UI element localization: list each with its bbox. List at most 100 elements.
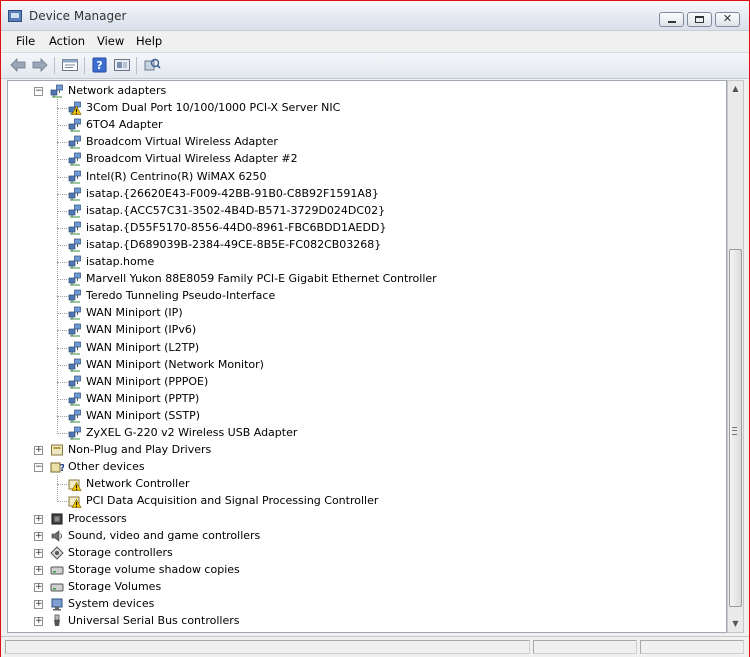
tree-item-network-adapter[interactable]: ZyXEL G-220 v2 Wireless USB Adapter: [8, 425, 708, 442]
tree-category[interactable]: + Storage Volumes: [8, 579, 708, 596]
menu-action[interactable]: Action: [49, 34, 85, 48]
tree-category[interactable]: + Storage controllers: [8, 545, 708, 562]
maximize-button[interactable]: [687, 12, 712, 27]
minimize-button[interactable]: [659, 12, 684, 27]
expand-toggle-icon[interactable]: +: [34, 582, 43, 592]
expand-toggle-icon[interactable]: +: [34, 600, 43, 609]
tree-guide-line: [57, 279, 69, 281]
forward-arrow-icon[interactable]: [31, 57, 49, 73]
tree-item-network-adapter[interactable]: Broadcom Virtual Wireless Adapter: [8, 134, 708, 151]
device-manager-window: Device Manager ✕ File Action View Help ?: [0, 0, 750, 657]
speaker-icon: [51, 529, 62, 542]
tree-item-network-adapter[interactable]: isatap.{ACC57C31-3502-4B4D-B571-3729D024…: [8, 203, 708, 220]
tree-item-label: 3Com Dual Port 10/100/1000 PCI-X Server …: [86, 101, 341, 115]
tree-category[interactable]: + Universal Serial Bus controllers: [8, 613, 708, 630]
tree-category-other-devices[interactable]: −?Other devices: [8, 459, 708, 476]
tree-item-label: WAN Miniport (IP): [86, 306, 183, 320]
tree-category[interactable]: + Storage volume shadow copies: [8, 562, 708, 579]
menu-help[interactable]: Help: [136, 34, 162, 48]
disk-drive-icon: [50, 566, 64, 575]
network-adapter-icon: [68, 153, 81, 166]
scan-hardware-icon[interactable]: [143, 57, 161, 73]
tree-item-label: Processors: [68, 511, 127, 525]
expand-toggle-icon[interactable]: +: [34, 617, 43, 627]
tree-item-label: Universal Serial Bus controllers: [68, 614, 240, 628]
scroll-down-arrow-icon[interactable]: ▼: [728, 616, 743, 632]
help-icon[interactable]: ?: [91, 57, 109, 73]
tree-item-network-adapter[interactable]: Teredo Tunneling Pseudo-Interface: [8, 288, 708, 305]
tree-item-network-adapter[interactable]: WAN Miniport (L2TP): [8, 340, 708, 357]
tree-item-network-adapter[interactable]: WAN Miniport (Network Monitor): [8, 357, 708, 374]
network-adapter-icon: [68, 135, 81, 149]
tree-item-network-adapter[interactable]: WAN Miniport (PPTP): [8, 391, 708, 408]
disk-drive-icon: [50, 583, 64, 592]
device-tree[interactable]: − Network adapters 3Com Dual Port 10/100/1…: [7, 80, 727, 633]
tree-item-label: Storage volume shadow copies: [68, 562, 240, 576]
collapse-toggle-icon[interactable]: −: [34, 87, 43, 96]
expand-toggle-icon[interactable]: +: [34, 514, 43, 524]
tree-guide-line: [57, 262, 69, 264]
tree-item-label: isatap.{ACC57C31-3502-4B4D-B571-3729D024…: [86, 203, 386, 217]
tree-guide-line: [57, 313, 69, 315]
tree-item-network-adapter[interactable]: isatap.{D689039B-2384-49CE-8B5E-FC082CB0…: [8, 237, 708, 254]
title-bar[interactable]: Device Manager ✕: [1, 1, 749, 31]
close-button[interactable]: ✕: [715, 12, 740, 27]
tree-item-network-adapter[interactable]: Marvell Yukon 88E8059 Family PCI-E Gigab…: [8, 271, 708, 288]
tree-item-label: WAN Miniport (Network Monitor): [86, 357, 264, 371]
tree-item-other-device[interactable]: PCI Data Acquisition and Signal Processi…: [8, 493, 708, 510]
system-devices-icon: [51, 598, 63, 611]
tree-category[interactable]: + Sound, video and game controllers: [8, 528, 708, 545]
network-adapter-icon: [68, 255, 81, 269]
expand-toggle-icon[interactable]: +: [34, 446, 43, 456]
tree-item-network-adapter[interactable]: isatap.{D55F5170-8556-44D0-8961-FBC6BDD1…: [8, 220, 708, 237]
update-driver-icon[interactable]: [113, 57, 131, 73]
tree-category[interactable]: + Processors: [8, 511, 708, 528]
menu-file[interactable]: File: [16, 34, 35, 48]
tree-category-network-adapters[interactable]: − Network adapters: [8, 83, 708, 100]
properties-icon[interactable]: [61, 57, 79, 73]
tree-item-label: Broadcom Virtual Wireless Adapter #2: [86, 152, 298, 166]
network-adapter-icon: [68, 187, 81, 201]
network-adapter-icon: [68, 118, 81, 132]
tree-category[interactable]: + System devices: [8, 596, 708, 613]
tree-item-network-adapter[interactable]: WAN Miniport (SSTP): [8, 408, 708, 425]
tree-item-label: isatap.{26620E43-F009-42BB-91B0-C8B92F15…: [86, 186, 379, 200]
network-adapter-icon: [68, 170, 81, 183]
tree-item-network-adapter[interactable]: 3Com Dual Port 10/100/1000 PCI-X Server …: [8, 100, 708, 117]
tree-item-network-adapter[interactable]: Intel(R) Centrino(R) WiMAX 6250: [8, 169, 708, 186]
tree-item-label: PCI Data Acquisition and Signal Processi…: [86, 494, 379, 508]
menu-view[interactable]: View: [97, 34, 124, 48]
tree-item-network-adapter[interactable]: 6TO4 Adapter: [8, 117, 708, 134]
tree-item-network-adapter[interactable]: WAN Miniport (IP): [8, 305, 708, 322]
storage-controller-icon: [50, 545, 64, 560]
tree-category-non-plug[interactable]: + Non-Plug and Play Drivers: [8, 442, 708, 459]
tree-item-label: WAN Miniport (L2TP): [86, 340, 200, 354]
tree-item-network-adapter[interactable]: WAN Miniport (PPPOE): [8, 374, 708, 391]
tree-item-network-adapter[interactable]: WAN Miniport (IPv6): [8, 322, 708, 339]
toolbar-separator: [84, 57, 85, 74]
back-arrow-icon[interactable]: [9, 57, 27, 73]
expand-toggle-icon[interactable]: +: [34, 531, 43, 541]
tree-item-network-adapter[interactable]: isatap.home: [8, 254, 708, 271]
tree-item-label: Broadcom Virtual Wireless Adapter: [86, 135, 278, 149]
tree-guide-line: [57, 108, 69, 110]
expand-toggle-icon[interactable]: +: [34, 565, 43, 575]
network-adapter-icon: [68, 306, 81, 320]
tree-item-label: isatap.{D689039B-2384-49CE-8B5E-FC082CB0…: [86, 237, 382, 251]
network-adapter-icon: [68, 238, 81, 252]
tree-item-label: WAN Miniport (IPv6): [86, 323, 197, 337]
vertical-scrollbar[interactable]: ▲ ▼: [727, 80, 744, 633]
collapse-toggle-icon[interactable]: −: [34, 463, 43, 473]
tree-item-label: Storage Volumes: [68, 579, 162, 593]
scroll-up-arrow-icon[interactable]: ▲: [728, 81, 743, 97]
toolbar-separator: [136, 57, 137, 74]
tree-item-network-adapter[interactable]: Broadcom Virtual Wireless Adapter #2: [8, 151, 708, 168]
minimize-icon: [668, 21, 676, 23]
non-plug-driver-icon: [51, 444, 63, 456]
tree-item-label: WAN Miniport (PPPOE): [86, 374, 209, 388]
network-adapter-icon: [68, 409, 81, 423]
tree-guide-line: [57, 381, 69, 384]
tree-item-other-device[interactable]: Network Controller: [8, 476, 708, 493]
tree-item-network-adapter[interactable]: isatap.{26620E43-F009-42BB-91B0-C8B92F15…: [8, 186, 708, 203]
expand-toggle-icon[interactable]: +: [34, 548, 43, 558]
